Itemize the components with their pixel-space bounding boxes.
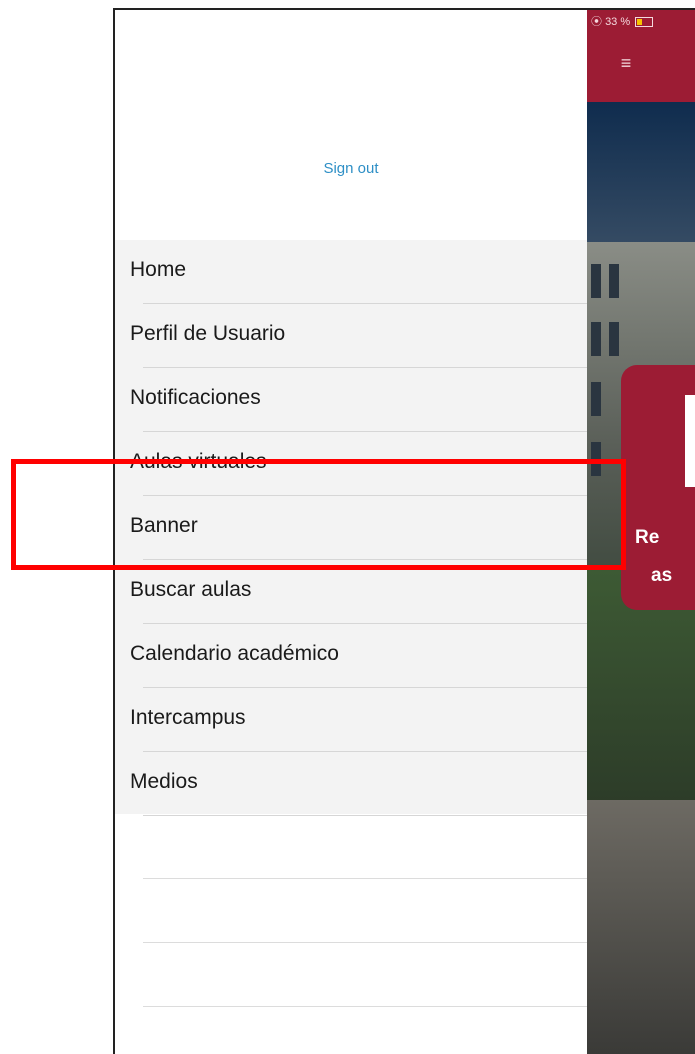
menu-item-label: Buscar aulas xyxy=(130,578,252,601)
battery-percentage: 33 % xyxy=(605,16,631,28)
location-icon: ⦿ xyxy=(591,16,602,28)
background-ground xyxy=(585,800,695,1054)
sign-out-link[interactable]: Sign out xyxy=(115,160,587,177)
menu-item-perfil-de-usuario[interactable]: Perfil de Usuario xyxy=(115,304,587,368)
menu-item-home[interactable]: Home xyxy=(115,240,587,304)
highlight-box xyxy=(11,459,626,570)
hamburger-menu-icon[interactable]: ≡ xyxy=(615,52,637,74)
menu-item-label: Home xyxy=(130,258,187,281)
card-text-line2: as xyxy=(651,565,673,586)
menu-item-label: Medios xyxy=(130,770,198,793)
menu-item-label: Intercampus xyxy=(130,706,246,729)
menu-item-medios[interactable]: Medios xyxy=(115,752,587,816)
menu-item-calendario-academico[interactable]: Calendario académico xyxy=(115,624,587,688)
empty-row-divider xyxy=(143,878,587,879)
menu-item-label: Notificaciones xyxy=(130,386,261,409)
menu-item-label: Calendario académico xyxy=(130,642,339,665)
background-sky xyxy=(585,102,695,262)
battery-icon xyxy=(635,17,654,28)
card-text-line1: Re xyxy=(635,527,660,548)
divider xyxy=(143,815,587,816)
menu-item-notificaciones[interactable]: Notificaciones xyxy=(115,368,587,432)
empty-row-divider xyxy=(143,1006,587,1007)
app-navbar: ≡ xyxy=(585,34,695,102)
menu-item-intercampus[interactable]: Intercampus xyxy=(115,688,587,752)
empty-row-divider xyxy=(143,942,587,943)
app-banner-card[interactable]: Re as xyxy=(621,365,695,610)
status-bar: ⦿ 33 % xyxy=(585,10,695,34)
menu-item-label: Perfil de Usuario xyxy=(130,322,286,345)
drawer-header: Sign out xyxy=(115,10,587,240)
university-logo xyxy=(685,395,695,487)
